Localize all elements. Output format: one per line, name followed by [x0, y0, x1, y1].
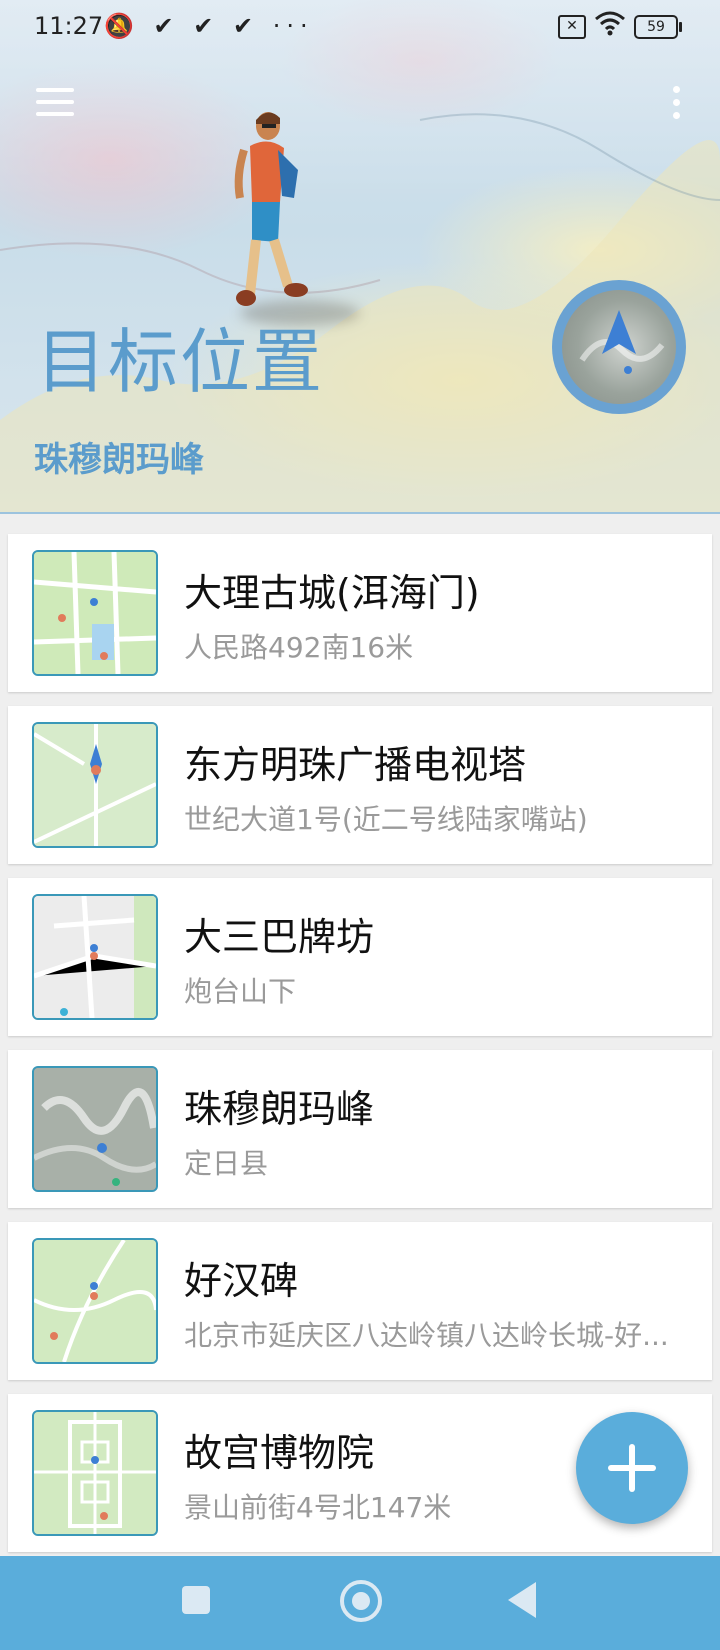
system-nav-bar: [0, 1556, 720, 1650]
more-options-icon[interactable]: [668, 86, 684, 126]
map-thumb-art: [34, 1412, 156, 1534]
wifi-icon: [595, 11, 625, 36]
compass-button[interactable]: [552, 280, 686, 414]
page-title: 目标位置: [36, 321, 324, 403]
map-thumb-art: [34, 1068, 156, 1190]
recents-button[interactable]: [182, 1586, 210, 1614]
place-name: 故宫博物院: [184, 1431, 375, 1475]
map-thumb-art: [34, 724, 156, 846]
map-thumb-art: [34, 1240, 156, 1362]
plus-icon-vertical: [629, 1444, 635, 1492]
place-name: 大理古城(洱海门): [184, 571, 480, 615]
no-sim-icon: ✕: [558, 15, 586, 39]
place-name: 珠穆朗玛峰: [184, 1087, 375, 1131]
map-thumbnail: [32, 894, 158, 1020]
add-place-button[interactable]: [576, 1412, 688, 1524]
place-name: 大三巴牌坊: [184, 915, 375, 959]
back-button[interactable]: [508, 1582, 536, 1618]
map-thumbnail: [32, 1238, 158, 1364]
list-item[interactable]: 好汉碑 北京市延庆区八达岭镇八达岭长城-好...: [8, 1222, 712, 1380]
navigation-arrow-icon: [579, 310, 665, 374]
map-thumbnail: [32, 722, 158, 848]
map-thumbnail: [32, 1066, 158, 1192]
menu-icon[interactable]: [36, 88, 76, 118]
list-item[interactable]: 东方明珠广播电视塔 世纪大道1号(近二号线陆家嘴站): [8, 706, 712, 864]
current-target: 珠穆朗玛峰: [34, 440, 204, 480]
traveler-figure: [234, 112, 308, 306]
place-address: 人民路492南16米: [184, 631, 414, 664]
map-thumb-art: [34, 552, 156, 674]
home-button[interactable]: [340, 1580, 382, 1622]
place-address: 北京市延庆区八达岭镇八达岭长城-好...: [184, 1319, 669, 1352]
notification-icons: 🔕 ✔ ✔ ✔ ···: [104, 12, 314, 40]
list-item[interactable]: 珠穆朗玛峰 定日县: [8, 1050, 712, 1208]
list-item[interactable]: 大三巴牌坊 炮台山下: [8, 878, 712, 1036]
map-thumbnail: [32, 1410, 158, 1536]
status-bar: 11:27 🔕 ✔ ✔ ✔ ··· ✕ 59: [0, 0, 720, 54]
status-time: 11:27: [34, 12, 104, 40]
place-address: 世纪大道1号(近二号线陆家嘴站): [184, 803, 588, 836]
header-banner: 11:27 🔕 ✔ ✔ ✔ ··· ✕ 59 目标位置 珠穆朗玛峰: [0, 0, 720, 514]
map-thumbnail: [32, 550, 158, 676]
place-address: 定日县: [184, 1147, 269, 1180]
list-item[interactable]: 大理古城(洱海门) 人民路492南16米: [8, 534, 712, 692]
place-address: 炮台山下: [184, 975, 297, 1008]
map-thumb-art: [34, 896, 156, 1018]
place-name: 东方明珠广播电视塔: [184, 743, 527, 787]
place-name: 好汉碑: [184, 1259, 299, 1303]
battery-icon: 59: [634, 15, 682, 39]
compass-map-thumb: [562, 290, 676, 404]
